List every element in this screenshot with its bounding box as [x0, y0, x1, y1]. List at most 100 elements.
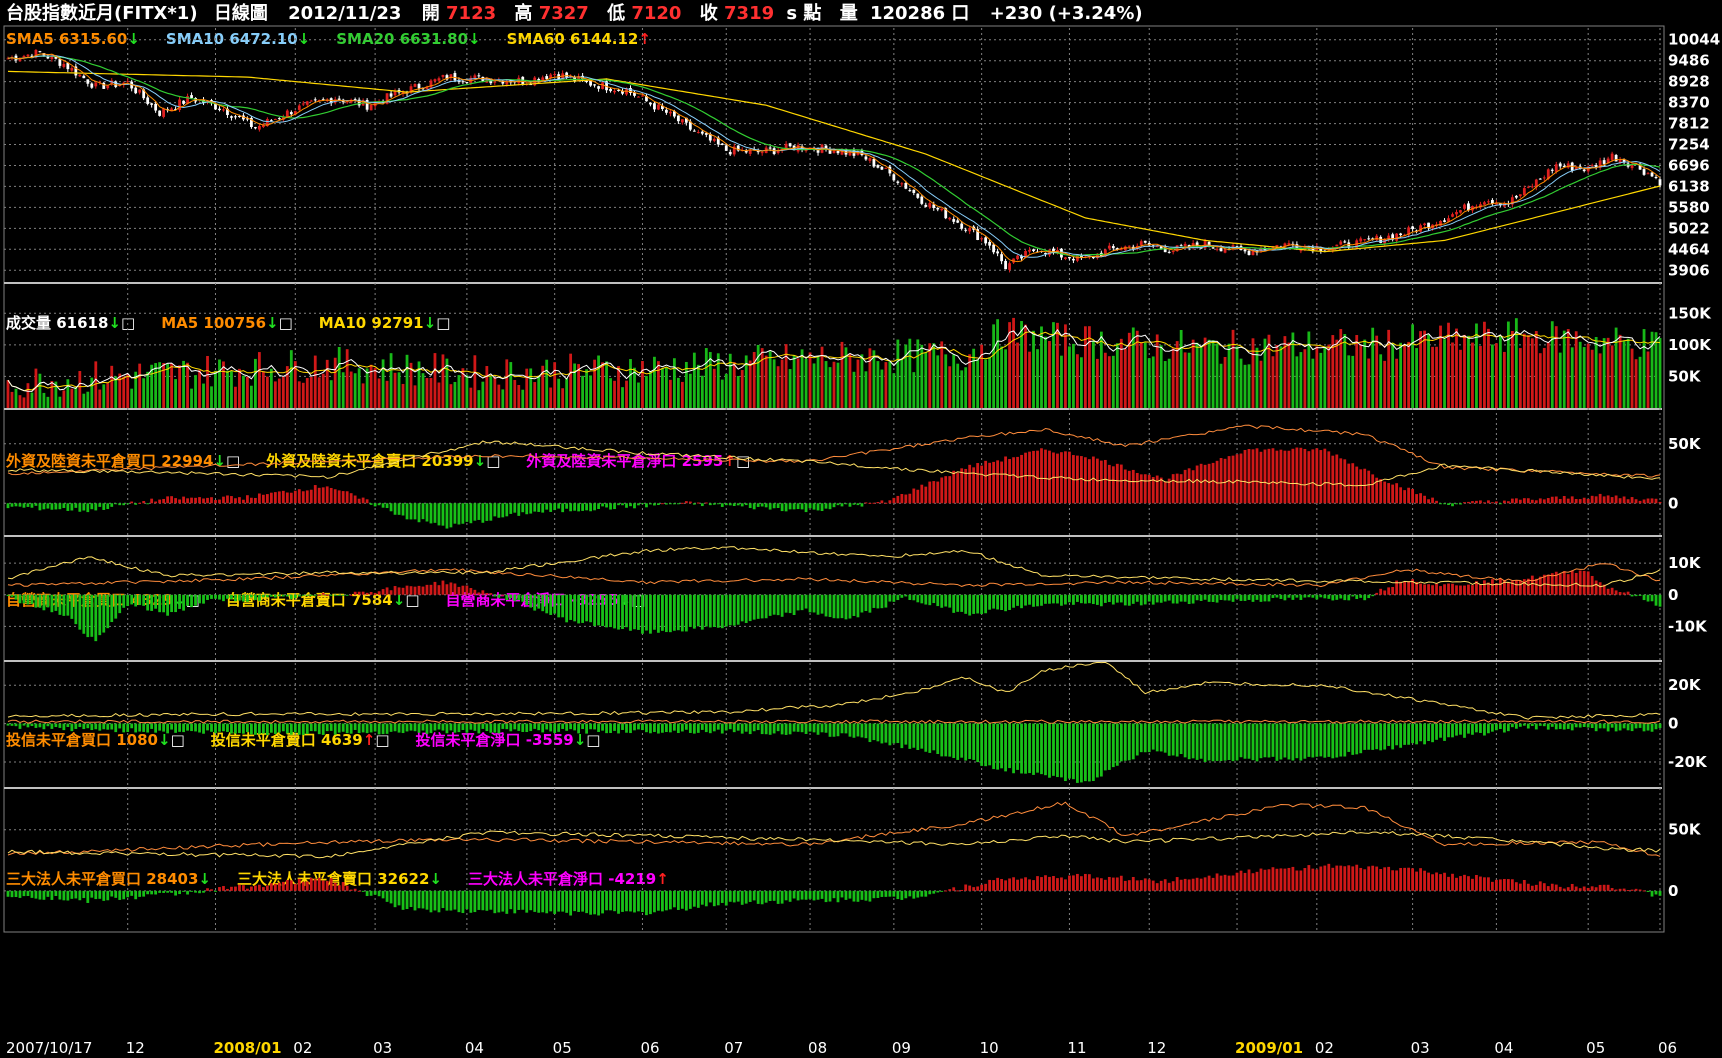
- institutional-net-bar: [1243, 872, 1247, 891]
- volume-bar: [756, 344, 760, 408]
- trust-net-bar: [1311, 723, 1315, 758]
- dealer-net-bar: [273, 594, 277, 598]
- foreign-net-bar: [441, 503, 445, 526]
- institutional-net-bar: [238, 884, 241, 891]
- volume-bar: [832, 361, 836, 408]
- institutional-net-bar: [860, 890, 864, 900]
- trust-net-bar: [214, 723, 217, 734]
- volume-bar: [1275, 345, 1279, 408]
- foreign-net-bar: [54, 503, 58, 510]
- candle-body: [1590, 165, 1594, 167]
- dealer-net-bar: [397, 587, 401, 595]
- trust-net-bar: [1048, 723, 1051, 778]
- trust-net-bar: [684, 723, 688, 730]
- institutional-net-bar: [629, 890, 632, 912]
- trust-net-bar: [293, 723, 297, 733]
- institutional-net-bar: [1526, 883, 1530, 891]
- institutional-net-bar: [1080, 876, 1083, 891]
- institutional-net-bar: [1211, 877, 1215, 891]
- institutional-net-bar: [150, 890, 154, 895]
- volume-bar: [1646, 351, 1650, 408]
- foreign-net-bar: [1395, 483, 1399, 504]
- foreign-net-bar: [836, 503, 840, 506]
- trust-net-bar: [162, 723, 166, 732]
- institutional-net-bar: [1359, 867, 1363, 891]
- foreign-net-bar: [313, 485, 317, 504]
- foreign-net-bar: [629, 503, 632, 507]
- volume-bar: [257, 352, 261, 408]
- institutional-net-bar: [1598, 884, 1602, 891]
- trust-net-bar: [557, 723, 561, 732]
- volume-bar: [1626, 338, 1630, 408]
- candle-body: [880, 166, 884, 170]
- dealer-net-bar: [780, 594, 784, 617]
- institutional-net-bar: [972, 887, 976, 891]
- candle-body: [182, 100, 185, 104]
- dealer-net-bar: [1407, 581, 1411, 595]
- trust-net-bar: [565, 723, 569, 731]
- dealer-net-bar: [429, 584, 433, 595]
- volume-bar: [625, 380, 628, 408]
- institutional-net-bar: [138, 890, 142, 897]
- trust-net-bar: [1467, 723, 1470, 734]
- institutional-net-bar: [421, 890, 425, 909]
- dealer-net-bar: [1379, 588, 1383, 595]
- dealer-net-bar: [1630, 594, 1634, 597]
- volume-bar: [341, 372, 345, 408]
- dealer-net-bar: [289, 594, 293, 600]
- foreign-net-bar: [341, 491, 345, 504]
- dealer-net-bar: [1111, 594, 1115, 605]
- institutional-net-bar: [1618, 888, 1622, 891]
- trust-net-bar: [1459, 723, 1462, 735]
- trust-net-bar: [389, 723, 393, 732]
- candle-body: [289, 112, 293, 115]
- trust-net-bar: [114, 723, 118, 733]
- volume-bar: [1367, 358, 1371, 408]
- dealer-net-bar: [900, 594, 904, 598]
- trust-net-bar: [1207, 723, 1211, 761]
- volume-bar: [1016, 342, 1019, 408]
- dealer-net-bar: [1431, 585, 1434, 595]
- dealer-net-bar: [1359, 594, 1363, 598]
- trust-net-bar: [1518, 723, 1522, 727]
- dealer-net-bar: [493, 594, 497, 597]
- candle-body: [653, 103, 656, 110]
- volume-bar: [856, 359, 860, 408]
- trust-net-bar: [537, 723, 541, 731]
- trust-net-bar: [641, 723, 644, 731]
- institutional-net-bar: [832, 890, 836, 899]
- volume-bar: [397, 372, 401, 408]
- institutional-net-bar: [996, 877, 999, 891]
- institutional-net-bar: [553, 890, 557, 914]
- trust-net-bar: [529, 723, 533, 732]
- dealer-net-bar: [593, 594, 596, 627]
- foreign-net-bar: [1347, 463, 1351, 504]
- trust-net-bar: [633, 723, 636, 731]
- institutional-net-bar: [58, 890, 62, 900]
- foreign-net-bar: [1371, 474, 1375, 504]
- foreign-net-bar: [465, 503, 469, 522]
- institutional-net-bar: [549, 890, 553, 912]
- dealer-net-bar: [433, 581, 437, 595]
- volume-bar: [1271, 356, 1275, 408]
- trust-net-bar: [78, 723, 82, 728]
- trust-net-bar: [453, 723, 457, 733]
- trust-net-bar: [1618, 723, 1622, 731]
- dealer-net-bar: [1455, 585, 1458, 595]
- volume-bar: [1498, 336, 1502, 408]
- trust-net-bar: [672, 723, 676, 731]
- volume-bar: [473, 355, 477, 408]
- foreign-net-bar: [329, 487, 333, 504]
- trust-net-bar: [421, 723, 425, 731]
- trust-net-bar: [1103, 723, 1107, 771]
- trust-net-bar: [425, 723, 429, 734]
- institutional-net-bar: [1431, 874, 1434, 891]
- institutional-net-bar: [1602, 884, 1606, 891]
- institutional-net-bar: [1554, 884, 1558, 891]
- institutional-net-bar: [960, 889, 964, 891]
- trust-net-bar: [1255, 723, 1259, 762]
- volume-bar: [653, 356, 656, 408]
- volume-bar: [720, 379, 724, 408]
- foreign-net-bar: [996, 460, 999, 504]
- institutional-net-bar: [102, 890, 106, 901]
